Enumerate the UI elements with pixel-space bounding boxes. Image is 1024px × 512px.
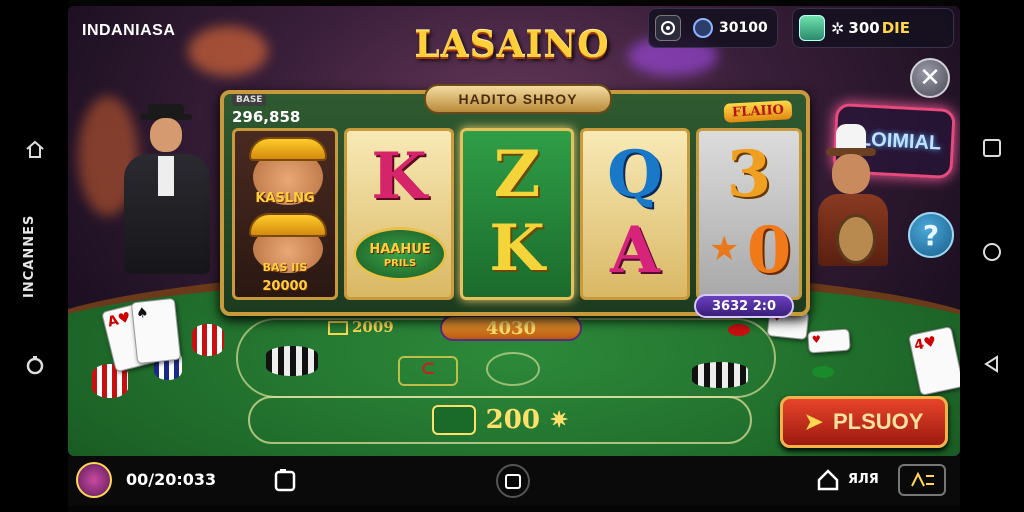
menu-icon[interactable] — [898, 464, 946, 496]
dealer-character — [116, 104, 216, 284]
hud-gems: ✲ 300 DIE — [792, 8, 954, 48]
reel-4-bottom-symbol: A — [610, 213, 660, 288]
table-marking-2 — [486, 352, 540, 386]
close-icon[interactable]: ✕ — [910, 58, 950, 98]
bet-amount: 200 — [485, 405, 540, 435]
recents-square-icon[interactable] — [980, 136, 1004, 160]
arrow-right-icon: ➤ — [804, 409, 823, 434]
reel-2-top-symbol: K — [371, 139, 427, 214]
reel-5: 3 ★ 0 — [696, 128, 802, 300]
chip-stack[interactable] — [692, 362, 748, 388]
chip-single[interactable] — [812, 366, 834, 378]
phone-frame: INCANNES INDANIASA LASAINO 30100 ✲ 300 D… — [0, 0, 1024, 512]
playing-card: ♥ — [807, 328, 851, 354]
center-win-pill: 4030 — [440, 315, 582, 341]
back-triangle-icon[interactable] — [980, 352, 1004, 376]
system-nav-left: INCANNES — [0, 0, 68, 512]
sparkle-icon: ✷ — [549, 407, 569, 433]
machine-info-pill: 3632 2:0 — [694, 294, 794, 318]
hud-coins: 30100 — [648, 8, 778, 48]
coin-balance: 30100 — [719, 20, 768, 36]
bottom-right-value: ЯЛЯ — [848, 472, 879, 487]
reel-4: Q A — [580, 128, 690, 300]
reel-2: K HAAHUE PRILS — [344, 128, 454, 300]
table-marking: ⊂ — [398, 356, 458, 386]
share-icon[interactable] — [272, 468, 298, 494]
machine-badge: FLAIIO — [723, 100, 793, 123]
reel-1-top-text: KASLNG — [255, 191, 315, 206]
bet-chip-icon — [431, 405, 476, 435]
coin-icon — [693, 18, 713, 38]
chip-stack[interactable] — [266, 346, 318, 376]
brand-label: INDANIASA — [82, 22, 176, 39]
table-left-amount: 2009 — [328, 318, 394, 336]
bet-area[interactable]: 200 ✷ — [248, 396, 752, 444]
balance-readout: 00/20:033 — [126, 470, 217, 489]
jackpot-value: 296,858 — [232, 108, 301, 126]
game-title-logo: LASAINO — [414, 24, 610, 66]
bottom-bar: 00/20:033 ЯЛЯ — [68, 456, 960, 506]
reel-3-top-symbol: Z — [493, 137, 541, 212]
reel-5-top-symbol: 3 — [726, 137, 772, 212]
gem-suffix: DIE — [881, 19, 910, 37]
star-icon: ✲ — [831, 18, 845, 38]
gem-balance: 300 — [848, 19, 880, 37]
settings-icon[interactable] — [655, 15, 681, 41]
game-screen: INDANIASA LASAINO 30100 ✲ 300 DIE ✕ FLOI… — [68, 6, 960, 456]
reel-1-bottom-value: 20000 — [262, 279, 308, 294]
home-icon[interactable] — [22, 136, 48, 162]
background-light — [188, 26, 268, 76]
chip-single[interactable] — [728, 324, 750, 336]
reel-3: Z K — [460, 128, 574, 300]
slot-machine: HADITO SHROY BASE 296,858 FLAIIO KASLNG … — [220, 84, 810, 318]
home-icon[interactable] — [816, 468, 840, 492]
reel-2-badge-sub: PRILS — [383, 258, 417, 269]
reel-2-badge-text: HAAHUE — [369, 242, 431, 257]
help-icon[interactable]: ? — [908, 212, 954, 258]
jackpot-label: BASE — [232, 94, 267, 106]
playing-card: ♠ — [130, 297, 182, 365]
reel-5-bottom-symbol: 0 — [746, 213, 792, 288]
circle-icon[interactable] — [22, 352, 48, 378]
system-nav-right — [960, 0, 1024, 512]
reel-1-bottom-text: BAS IIS — [262, 261, 308, 274]
play-button[interactable]: ➤ PLSUOY — [780, 396, 948, 448]
home-circle-icon[interactable] — [980, 240, 1004, 264]
chip-stack[interactable] — [192, 324, 224, 356]
vertical-app-label: INCANNES — [22, 214, 37, 298]
reel-4-top-symbol: Q — [607, 137, 663, 212]
machine-jackpot: BASE 296,858 — [232, 88, 300, 126]
chef-character — [812, 124, 892, 274]
wallet-icon[interactable] — [496, 464, 530, 498]
reel-1: KASLNG BAS IIS 20000 — [232, 128, 338, 300]
gem-cube-icon — [799, 15, 825, 41]
play-button-label: PLSUOY — [832, 409, 924, 434]
reel-2-badge: HAAHUE PRILS — [353, 227, 447, 281]
profile-avatar[interactable] — [76, 462, 112, 498]
machine-banner: HADITO SHROY — [424, 84, 612, 114]
reel-3-bottom-symbol: K — [489, 211, 545, 286]
